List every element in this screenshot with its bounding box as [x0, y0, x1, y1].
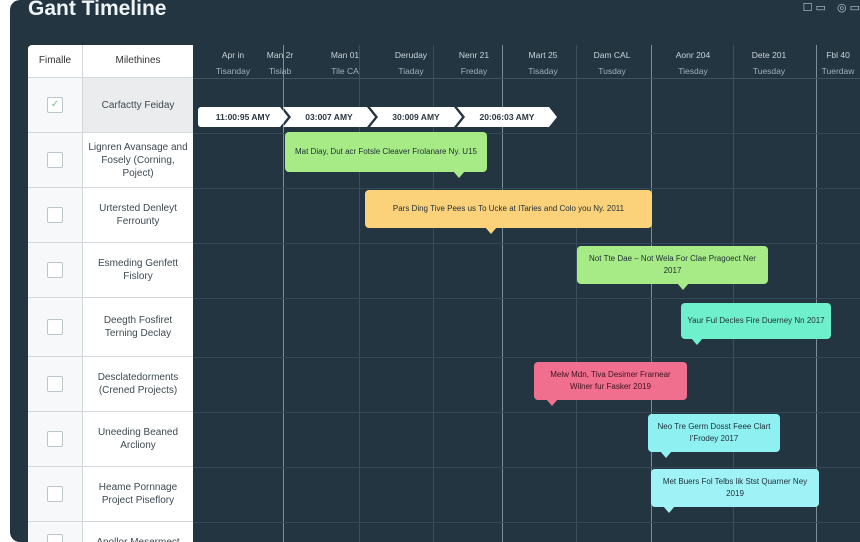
- task-name: Apollor Mesermect: [96, 536, 180, 542]
- task-name: Uneeding Beaned Arcliony: [97, 427, 179, 451]
- date-column-header[interactable]: Mart 25 Tisaday: [513, 45, 573, 76]
- table-row[interactable]: Uneeding Beaned Arcliony: [28, 412, 193, 467]
- event-card[interactable]: Mat Diay, Dut acr Fotsle Cleaver Frolana…: [285, 132, 487, 178]
- table-row[interactable]: Lignren Avansage and Fosely (Corning, Po…: [28, 133, 193, 188]
- row-checkbox[interactable]: [47, 207, 63, 223]
- event-card[interactable]: Melw Mdn, Tiva Desimer Frarnear Wilner f…: [534, 362, 687, 406]
- task-name: Lignren Avansage and Fosely (Corning, Po…: [88, 141, 188, 179]
- row-checkbox[interactable]: [47, 431, 63, 447]
- gantt-window: Gant Timeline ☐ ▭ ◎ ▭ Fimalle Milethines…: [10, 0, 860, 542]
- row-checkbox[interactable]: [47, 319, 63, 335]
- task-table: Fimalle Milethines ✓ Carfactty Feiday Li…: [28, 45, 193, 542]
- table-row[interactable]: Esmeding Genfett Fislory: [28, 243, 193, 298]
- row-checkbox[interactable]: [47, 534, 63, 542]
- view-toggle-icon[interactable]: ☐ ▭: [803, 1, 826, 14]
- event-card[interactable]: Not Tte Dae – Not Wela For Clae Pragoect…: [577, 246, 768, 290]
- window-controls: ☐ ▭ ◎ ▭: [795, 1, 860, 14]
- row-divider: [193, 243, 860, 244]
- column-header-milestones[interactable]: Milethines: [83, 45, 193, 77]
- event-card[interactable]: Yaur Ful Decles Fire Duerney Nn 2017: [681, 303, 831, 345]
- task-name: Desclatedorments (Crened Projects): [97, 372, 179, 396]
- table-row[interactable]: Desclatedorments (Crened Projects): [28, 357, 193, 412]
- row-divider: [193, 412, 860, 413]
- row-divider: [193, 467, 860, 468]
- table-row[interactable]: Deegth Fosfiret Terning Declay: [28, 298, 193, 357]
- row-divider: [193, 522, 860, 523]
- task-name: Esmeding Genfett Fislory: [97, 258, 179, 282]
- page-title: Gant Timeline: [28, 0, 167, 20]
- column-header-flag[interactable]: Fimalle: [28, 45, 83, 77]
- date-column-header[interactable]: Dam CAL Tusday: [582, 45, 642, 76]
- task-name: Urtersted Denleyt Ferrounty: [99, 203, 177, 227]
- date-column-header[interactable]: Man 01 Tile CA: [315, 45, 375, 76]
- event-card[interactable]: Pars Ding Tive Pees us To Ucke at ITarie…: [365, 190, 652, 234]
- table-row[interactable]: Urtersted Denleyt Ferrounty: [28, 188, 193, 243]
- event-card[interactable]: Met Buers Fol Telbs lik Stst Quarner Ney…: [651, 469, 819, 513]
- date-column-header[interactable]: Deruday Tiaday: [381, 45, 441, 76]
- date-column-header[interactable]: Nenr 21 Freday: [444, 45, 504, 76]
- row-checkbox[interactable]: [47, 486, 63, 502]
- task-name: Carfactty Feiday: [83, 78, 193, 132]
- milestone-chevron[interactable]: 11:00:95 AMY: [198, 107, 288, 127]
- row-checkbox[interactable]: ✓: [47, 97, 63, 113]
- settings-icon[interactable]: ◎ ▭: [837, 1, 860, 14]
- task-table-header: Fimalle Milethines: [28, 45, 193, 78]
- milestone-chevron[interactable]: 30:009 AMY: [370, 107, 462, 127]
- date-column-header[interactable]: Aonr 204 Tiesday: [663, 45, 723, 76]
- event-card[interactable]: Neo Tre Germ Dosst Feee Clart I'Frodey 2…: [648, 414, 780, 458]
- task-name: Deegth Fosfiret Terning Declay: [103, 315, 173, 339]
- timeline-header: Apr in Tisanday Man 2r Tisiab Man 01 Tile C…: [193, 45, 860, 79]
- date-column-header[interactable]: Man 2r Tisiab: [250, 45, 310, 76]
- milestone-chevron[interactable]: 20:06:03 AMY: [457, 107, 557, 127]
- table-row[interactable]: Apollor Mesermect: [28, 522, 193, 542]
- row-divider: [193, 357, 860, 358]
- task-name: Heame Pornnage Project Piseflory: [98, 482, 178, 506]
- row-checkbox[interactable]: [47, 152, 63, 168]
- row-divider: [193, 188, 860, 189]
- milestone-chevron[interactable]: 03:007 AMY: [283, 107, 375, 127]
- row-checkbox[interactable]: [47, 262, 63, 278]
- table-row[interactable]: Heame Pornnage Project Piseflory: [28, 467, 193, 522]
- date-column-header[interactable]: Fbl 40 Tuerdaw: [808, 45, 860, 76]
- timeline-area: Apr in Tisanday Man 2r Tisiab Man 01 Tile C…: [193, 45, 860, 542]
- row-checkbox[interactable]: [47, 376, 63, 392]
- row-divider: [193, 298, 860, 299]
- table-row[interactable]: ✓ Carfactty Feiday: [28, 78, 193, 133]
- date-column-header[interactable]: Dete 201 Tuesday: [739, 45, 799, 76]
